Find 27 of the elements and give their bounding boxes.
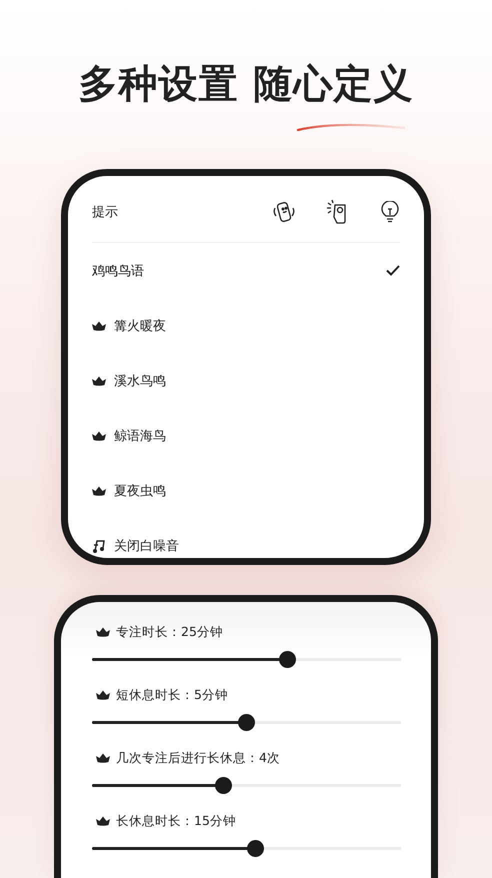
crown-icon — [96, 753, 110, 763]
slider-label: 几次专注后进行长休息：4次 — [116, 750, 280, 766]
slider-thumb[interactable] — [278, 651, 296, 668]
crown-icon — [92, 430, 106, 440]
crown-icon — [92, 320, 106, 330]
crown-icon — [96, 627, 110, 637]
slider-thumb[interactable] — [214, 777, 232, 794]
sound-option[interactable]: 篝火暖夜 — [92, 298, 400, 353]
card-title: 提示 — [92, 204, 119, 221]
sound-option[interactable]: 关闭白噪音 — [92, 518, 400, 573]
slider-label: 长休息时长：15分钟 — [116, 812, 236, 830]
slider-thumb[interactable] — [246, 840, 264, 857]
slider-thumb[interactable] — [238, 714, 255, 731]
crown-icon — [92, 486, 106, 496]
music-note-icon — [92, 538, 106, 552]
crown-icon — [96, 690, 110, 700]
lightbulb-icon[interactable] — [380, 201, 400, 223]
crown-icon — [96, 816, 110, 826]
headline: 多种设置 随心定义 — [78, 62, 414, 108]
sound-option[interactable]: 溪水鸟鸣 — [92, 353, 400, 408]
sound-option[interactable]: 鲸语海鸟 — [92, 408, 400, 463]
slider-label: 专注时长：25分钟 — [116, 624, 223, 640]
phone-icon[interactable] — [272, 200, 296, 224]
slider-label: 短休息时长：5分钟 — [116, 686, 228, 704]
crown-icon — [92, 376, 106, 386]
sound-option[interactable]: 夏夜虫鸣 — [92, 463, 400, 518]
sound-option[interactable]: 鸡鸣鸟语 — [92, 243, 400, 298]
